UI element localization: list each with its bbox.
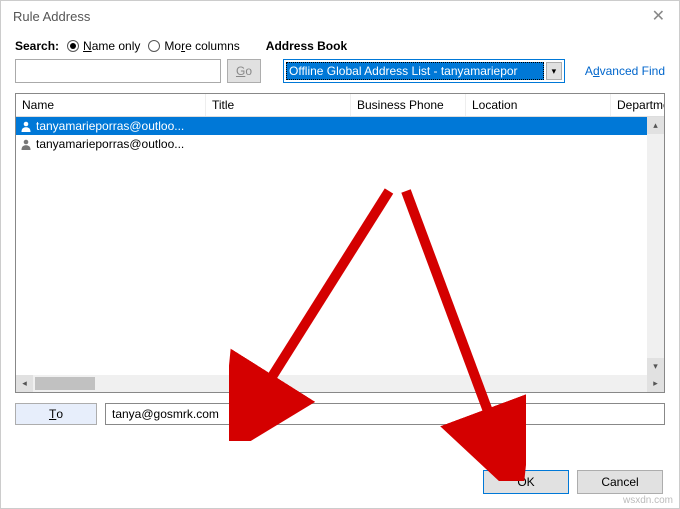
- address-book-select[interactable]: Offline Global Address List - tanyamarie…: [283, 59, 565, 83]
- go-button[interactable]: Go: [227, 59, 261, 83]
- radio-icon: [67, 40, 79, 52]
- col-name[interactable]: Name: [16, 94, 206, 116]
- close-icon[interactable]: ✕: [646, 6, 671, 26]
- radio-more-columns[interactable]: More columns: [148, 39, 239, 53]
- search-label: Search:: [15, 39, 59, 53]
- list-item-label: tanyamarieporras@outloo...: [36, 137, 184, 151]
- list-body[interactable]: tanyamarieporras@outloo... tanyamariepor…: [16, 117, 664, 375]
- col-location[interactable]: Location: [466, 94, 611, 116]
- advanced-find-link[interactable]: Advanced Find: [585, 64, 665, 78]
- radio-name-only[interactable]: Name only: [67, 39, 140, 53]
- col-title[interactable]: Title: [206, 94, 351, 116]
- col-department[interactable]: Department: [611, 94, 664, 116]
- scroll-thumb[interactable]: [35, 377, 95, 390]
- list-item[interactable]: tanyamarieporras@outloo...: [16, 117, 664, 135]
- scroll-down-icon[interactable]: ▾: [647, 358, 664, 375]
- col-business-phone[interactable]: Business Phone: [351, 94, 466, 116]
- chevron-down-icon[interactable]: ▾: [546, 62, 562, 80]
- ok-button[interactable]: OK: [483, 470, 569, 494]
- list-item-label: tanyamarieporras@outloo...: [36, 119, 184, 133]
- person-icon: [20, 120, 32, 132]
- radio-more-columns-label: More columns: [164, 39, 239, 53]
- watermark: wsxdn.com: [623, 495, 673, 506]
- rule-address-dialog: Rule Address ✕ Search: Name only More co…: [0, 0, 680, 509]
- address-book-label: Address Book: [266, 39, 347, 53]
- radio-icon: [148, 40, 160, 52]
- list-header: Name Title Business Phone Location Depar…: [16, 94, 664, 117]
- vertical-scrollbar[interactable]: ▴ ▾: [647, 117, 664, 375]
- titlebar: Rule Address ✕: [1, 1, 679, 31]
- cancel-button[interactable]: Cancel: [577, 470, 663, 494]
- to-button[interactable]: To: [15, 403, 97, 425]
- list-item[interactable]: tanyamarieporras@outloo...: [16, 135, 664, 153]
- window-title: Rule Address: [13, 9, 90, 24]
- to-input[interactable]: [105, 403, 665, 425]
- results-list: Name Title Business Phone Location Depar…: [15, 93, 665, 393]
- radio-name-only-label: Name only: [83, 39, 140, 53]
- scroll-left-icon[interactable]: ◂: [16, 375, 33, 392]
- address-book-selected: Offline Global Address List - tanyamarie…: [286, 62, 544, 80]
- person-icon: [20, 138, 32, 150]
- horizontal-scrollbar[interactable]: ◂ ▸: [16, 375, 664, 392]
- search-input[interactable]: [15, 59, 221, 83]
- scroll-right-icon[interactable]: ▸: [647, 375, 664, 392]
- scroll-up-icon[interactable]: ▴: [647, 117, 664, 134]
